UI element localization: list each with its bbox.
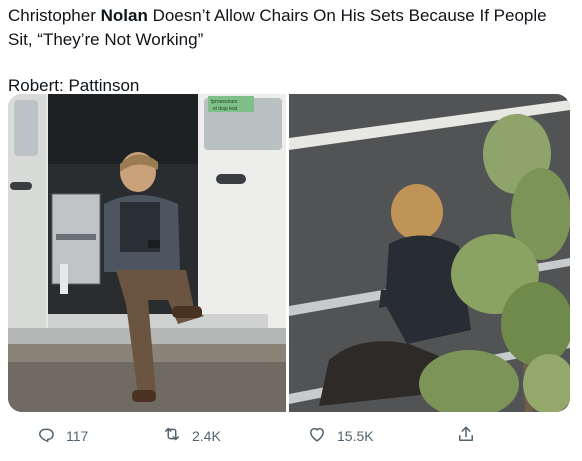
photo-left-image: fprnesorium ei doja leat [8,94,286,412]
van-sign-text-2: ei doja leat [213,106,238,112]
photo-right[interactable] [289,94,570,412]
like-icon [307,424,327,447]
headline-start: Christopher [8,6,101,25]
tweet-headline: Christopher Nolan Doesn’t Allow Chairs O… [8,4,574,52]
media-grid: fprnesorium ei doja leat [8,94,570,412]
like-count: 15.5K [337,427,374,444]
share-icon [456,424,476,447]
headline-bold-name[interactable]: Nolan [101,6,148,25]
tweet-text: Christopher Nolan Doesn’t Allow Chairs O… [8,4,574,98]
tweet-actions: 117 2.4K 15.5K [0,416,582,454]
van-sign-text-1: fprnesorium [211,99,237,105]
retweet-button[interactable]: 2.4K [162,424,221,447]
like-button[interactable]: 15.5K [307,424,374,447]
photo-right-image [289,94,570,412]
retweet-icon [162,424,182,447]
retweet-count: 2.4K [192,427,221,444]
reply-icon [36,424,56,447]
reply-count: 117 [66,427,89,444]
reply-button[interactable]: 117 [36,424,88,447]
photo-left[interactable]: fprnesorium ei doja leat [8,94,286,412]
share-button[interactable] [456,424,476,447]
